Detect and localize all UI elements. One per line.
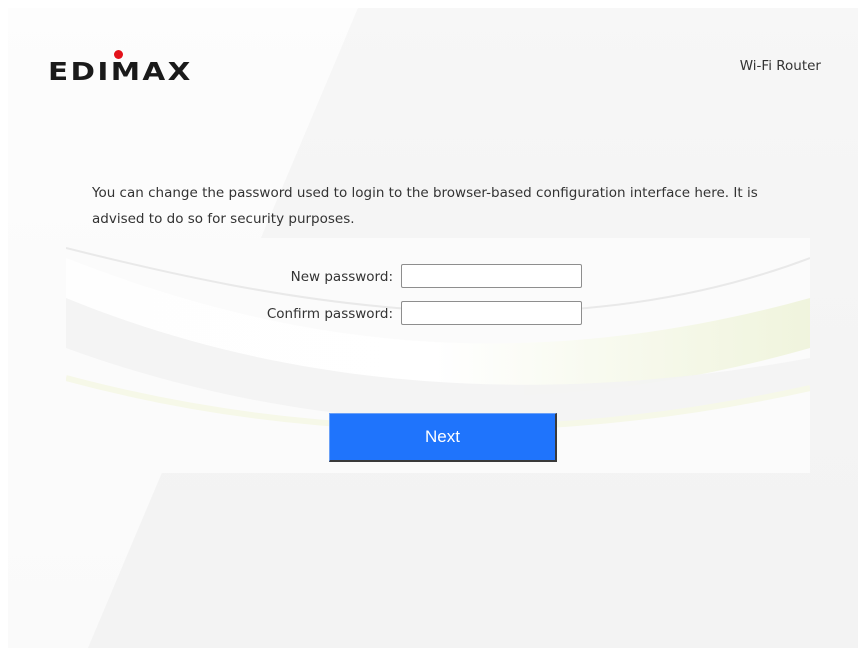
confirm-password-field[interactable] (401, 301, 582, 325)
confirm-password-label: Confirm password: (266, 306, 393, 322)
new-password-label: New password: (290, 269, 393, 285)
next-button[interactable]: Next (329, 413, 557, 462)
edimax-logo: EDIMAX (48, 46, 218, 86)
setup-wizard-panel: EDIMAX Wi-Fi Router You can change the p… (8, 8, 858, 648)
product-label: Wi-Fi Router (739, 58, 821, 74)
new-password-row: New password: (8, 264, 858, 291)
brand-name: EDIMAX (48, 57, 193, 86)
intro-text: You can change the password used to logi… (92, 185, 758, 227)
new-password-field[interactable] (401, 264, 582, 288)
page: EDIMAX Wi-Fi Router You can change the p… (0, 0, 866, 655)
logo-red-dot (114, 50, 123, 59)
confirm-password-row: Confirm password: (8, 301, 858, 328)
